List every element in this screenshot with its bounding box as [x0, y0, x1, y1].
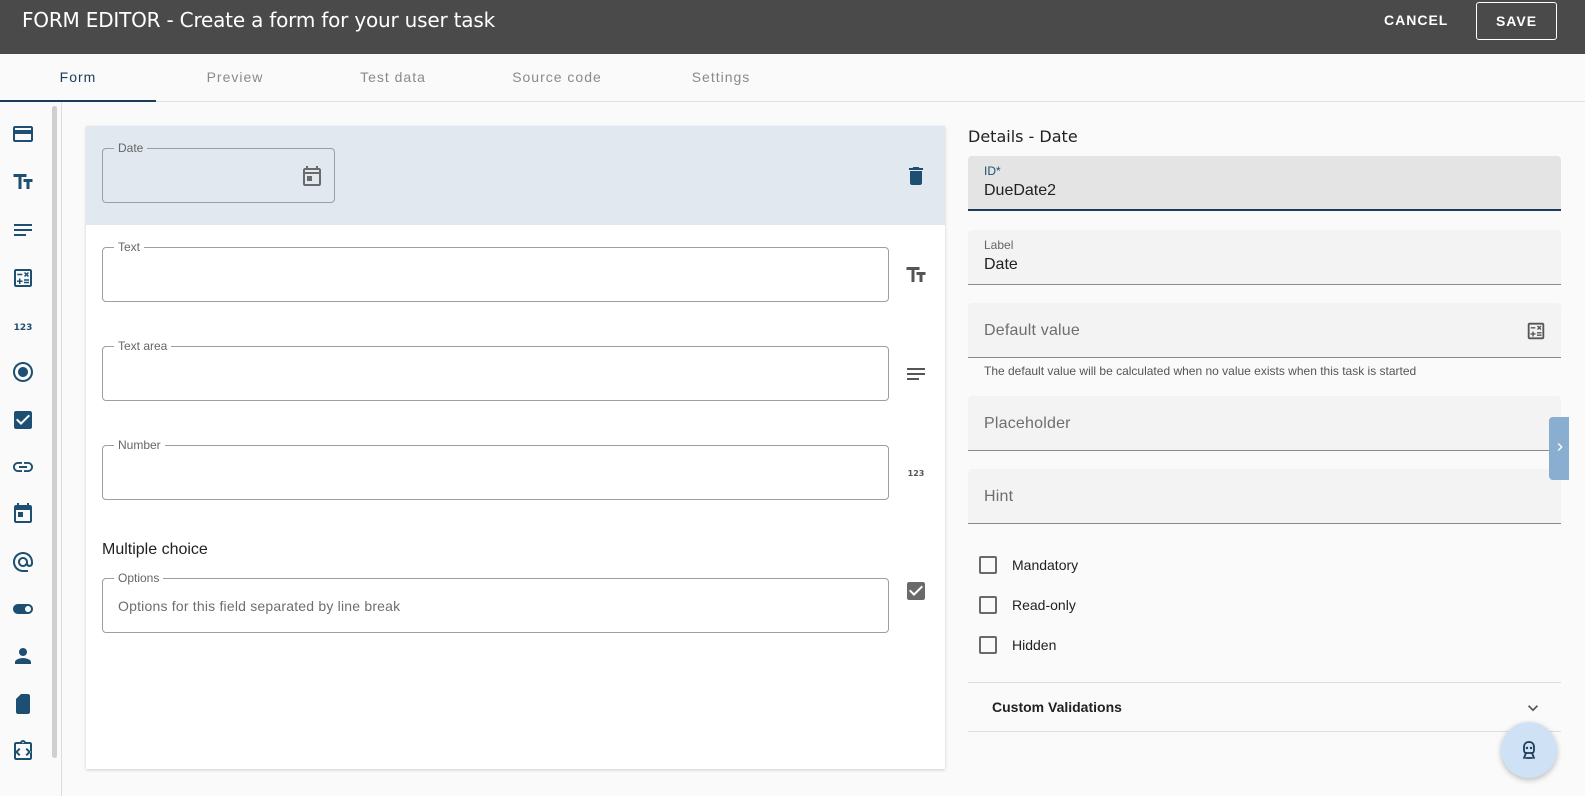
chevron-down-icon — [1523, 698, 1543, 718]
calculator-icon[interactable] — [1525, 320, 1547, 342]
tab-form[interactable]: Form — [0, 54, 156, 102]
save-button[interactable]: SAVE — [1476, 2, 1557, 40]
number-icon[interactable]: 123 — [11, 314, 35, 338]
label-field[interactable]: Label Date — [968, 230, 1561, 285]
id-field-value: DueDate2 — [984, 182, 1057, 199]
card-icon[interactable] — [11, 122, 35, 146]
placeholder-field[interactable]: Placeholder — [968, 396, 1561, 451]
text-field-icon[interactable] — [11, 170, 35, 194]
id-field[interactable]: ID* DueDate2 — [968, 156, 1561, 211]
date-field-label: Date — [114, 141, 148, 155]
options-placeholder: Options for this field separated by line… — [118, 598, 401, 614]
toolbox-scrollbar[interactable] — [52, 106, 57, 758]
calendar-icon[interactable] — [11, 502, 35, 526]
number-field-label: Number — [114, 438, 165, 452]
text-field[interactable]: Text — [102, 240, 889, 302]
id-field-label: ID* — [984, 164, 1001, 178]
checkbox-icon — [904, 579, 928, 603]
svg-text:123: 123 — [908, 469, 925, 478]
link-icon[interactable] — [11, 455, 35, 479]
readonly-label: Read-only — [1012, 597, 1076, 613]
calendar-icon[interactable] — [300, 164, 324, 188]
text-area-icon — [904, 362, 928, 386]
user-icon[interactable] — [11, 644, 35, 668]
field-toolbox: 123 — [0, 102, 62, 796]
tab-preview[interactable]: Preview — [170, 54, 300, 102]
panel-collapse-tab[interactable] — [1549, 417, 1569, 480]
custom-validations-expander[interactable]: Custom Validations — [968, 682, 1561, 732]
default-value-hint: The default value will be calculated whe… — [984, 364, 1417, 378]
number-icon: 123 — [904, 461, 928, 485]
default-value-field[interactable]: Default value — [968, 303, 1561, 358]
readonly-checkbox[interactable] — [979, 596, 997, 614]
hidden-checkbox[interactable] — [979, 636, 997, 654]
page-title: FORM EDITOR - Create a form for your use… — [22, 8, 495, 32]
app-header: FORM EDITOR - Create a form for your use… — [0, 0, 1585, 54]
text-field-icon — [904, 263, 928, 287]
hint-field-placeholder: Hint — [984, 488, 1014, 505]
toggle-icon[interactable] — [11, 597, 35, 621]
assistant-button[interactable] — [1501, 722, 1557, 778]
date-field[interactable]: Date — [102, 141, 335, 203]
tab-settings[interactable]: Settings — [656, 54, 786, 102]
tab-test-data[interactable]: Test data — [328, 54, 458, 102]
hidden-label: Hidden — [1012, 637, 1057, 653]
checkbox-icon[interactable] — [11, 408, 35, 432]
form-canvas: Date Text Text area Number 123 Multiple … — [86, 126, 945, 769]
default-value-placeholder: Default value — [984, 322, 1080, 339]
calculator-icon[interactable] — [11, 266, 35, 290]
multiple-choice-title: Multiple choice — [102, 541, 208, 558]
mandatory-checkbox[interactable] — [979, 556, 997, 574]
mandatory-label: Mandatory — [1012, 557, 1079, 573]
code-icon[interactable] — [11, 739, 35, 763]
text-field-label: Text — [114, 240, 145, 254]
number-field[interactable]: Number — [102, 438, 889, 500]
tab-source-code[interactable]: Source code — [487, 54, 627, 102]
cancel-button[interactable]: CANCEL — [1384, 12, 1448, 28]
placeholder-field-placeholder: Placeholder — [984, 415, 1071, 432]
robot-icon — [1523, 741, 1535, 759]
custom-validations-label: Custom Validations — [992, 699, 1122, 715]
file-icon[interactable] — [11, 692, 35, 716]
text-area-field[interactable]: Text area — [102, 339, 889, 401]
label-field-label: Label — [984, 238, 1014, 252]
tab-bar: Form Preview Test data Source code Setti… — [0, 54, 1585, 102]
text-area-label: Text area — [114, 339, 172, 353]
delete-icon[interactable] — [904, 164, 928, 188]
options-field[interactable]: Options Options for this field separated… — [102, 571, 889, 633]
svg-text:123: 123 — [14, 323, 33, 333]
email-icon[interactable] — [11, 550, 35, 574]
label-field-value: Date — [984, 256, 1018, 273]
details-title: Details - Date — [968, 127, 1078, 146]
radio-icon[interactable] — [11, 360, 35, 384]
text-area-icon[interactable] — [11, 218, 35, 242]
hint-field[interactable]: Hint — [968, 469, 1561, 524]
chevron-right-icon — [1557, 443, 1563, 451]
options-field-label: Options — [114, 571, 164, 585]
